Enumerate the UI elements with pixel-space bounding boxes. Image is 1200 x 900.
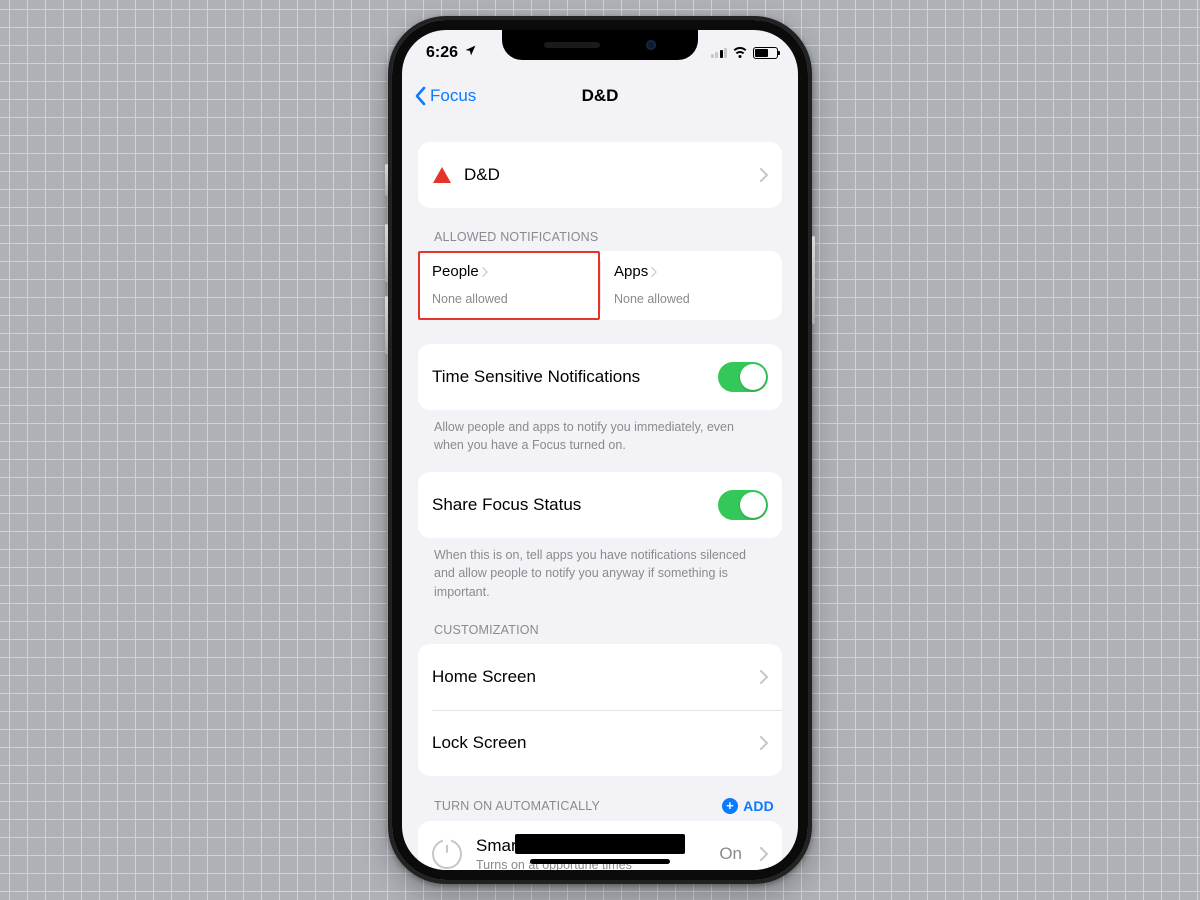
page-background: 6:26 Focus D&D [0,0,1200,900]
allowed-people-subtitle: None allowed [432,292,586,306]
volume-down-button [385,296,388,354]
phone-screen: 6:26 Focus D&D [402,30,798,870]
allowed-apps-subtitle: None allowed [614,292,768,306]
allowed-people-cell[interactable]: People None allowed [418,251,600,320]
allowed-people-title: People [432,263,479,280]
focus-name-row[interactable]: D&D [418,142,782,208]
focus-name-card: D&D [418,142,782,208]
time-sensitive-card: Time Sensitive Notifications [418,344,782,410]
status-time: 6:26 [426,44,458,62]
add-automation-button[interactable]: + ADD [722,798,774,814]
allowed-apps-cell[interactable]: Apps None allowed [600,251,782,320]
add-label: ADD [743,798,774,814]
front-camera [646,40,656,50]
cellular-signal-icon [711,48,728,58]
nav-bar: Focus D&D [402,74,798,118]
triangle-warning-icon [432,166,452,184]
back-label: Focus [430,86,476,106]
lock-screen-row[interactable]: Lock Screen [418,710,782,776]
allowed-notifications-card: People None allowed Apps None allowed [418,251,782,320]
time-sensitive-toggle[interactable] [718,362,768,392]
mute-switch [385,164,388,196]
wifi-icon [732,47,748,59]
customization-header: CUSTOMIZATION [434,623,780,637]
share-focus-row: Share Focus Status [418,472,782,538]
home-indicator[interactable] [530,859,670,864]
smart-activation-state: On [719,844,742,864]
plus-circle-icon: + [722,798,738,814]
share-focus-footer: When this is on, tell apps you have noti… [418,538,782,600]
automation-header: TURN ON AUTOMATICALLY [434,799,600,813]
redaction-bar [515,834,685,854]
time-sensitive-row: Time Sensitive Notifications [418,344,782,410]
allowed-notifications-header: ALLOWED NOTIFICATIONS [434,230,780,244]
time-sensitive-footer: Allow people and apps to notify you imme… [418,410,782,454]
power-button [812,236,815,324]
battery-icon [753,47,778,59]
allowed-apps-title: Apps [614,263,648,280]
chevron-right-icon [760,736,768,750]
chevron-right-icon [651,267,657,277]
share-focus-toggle[interactable] [718,490,768,520]
back-button[interactable]: Focus [414,86,476,106]
lock-screen-label: Lock Screen [432,733,748,753]
focus-name-label: D&D [464,165,748,185]
chevron-right-icon [760,847,768,861]
chevron-left-icon [414,86,428,106]
chevron-right-icon [760,168,768,182]
chevron-right-icon [760,670,768,684]
share-focus-label: Share Focus Status [432,495,706,515]
notch [502,30,698,60]
home-screen-row[interactable]: Home Screen [418,644,782,710]
home-screen-label: Home Screen [432,667,748,687]
chevron-right-icon [482,267,488,277]
customization-card: Home Screen Lock Screen [418,644,782,776]
speaker-grille [544,42,600,48]
power-icon [432,839,462,869]
time-sensitive-label: Time Sensitive Notifications [432,367,706,387]
phone-frame: 6:26 Focus D&D [388,16,812,884]
location-arrow-icon [464,44,477,62]
automation-header-row: TURN ON AUTOMATICALLY + ADD [434,798,774,814]
share-focus-card: Share Focus Status [418,472,782,538]
volume-up-button [385,224,388,282]
